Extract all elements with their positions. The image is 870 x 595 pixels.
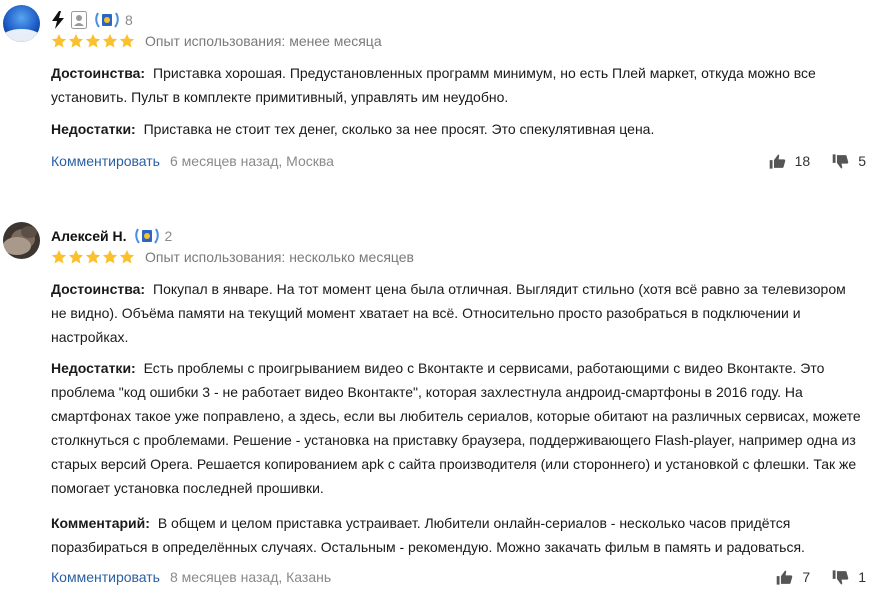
pros-text: Покупал в январе. На тот момент цена был…: [51, 281, 846, 345]
dislike-button[interactable]: 5: [832, 153, 866, 170]
star-icon: [119, 250, 135, 264]
star-rating: [51, 249, 135, 265]
dislike-count: 1: [858, 569, 866, 585]
pros-label: Достоинства:: [51, 65, 146, 81]
pros-block: Достоинства: Покупал в январе. На тот мо…: [51, 277, 861, 349]
achievements-count: 2: [164, 228, 173, 244]
star-icon: [51, 250, 67, 264]
star-icon: [68, 250, 84, 264]
like-button[interactable]: 18: [769, 153, 811, 170]
review-date-city: 6 месяцев назад, Москва: [169, 153, 334, 169]
comment-button[interactable]: Комментировать: [51, 153, 160, 169]
thumbs-up-icon: [769, 153, 785, 169]
cons-label: Недостатки:: [51, 360, 136, 376]
achievement-laurel-icon[interactable]: [133, 226, 161, 246]
lightning-icon[interactable]: [51, 11, 65, 29]
cons-block: Недостатки: Приставка не стоит тех денег…: [51, 117, 861, 141]
comment-label: Комментарий:: [51, 515, 150, 531]
star-icon: [85, 34, 101, 48]
votes: 18 5: [769, 153, 866, 170]
pros-text: Приставка хорошая. Предустановленных про…: [51, 65, 816, 105]
pros-block: Достоинства: Приставка хорошая. Предуста…: [51, 61, 861, 109]
comment-button[interactable]: Комментировать: [51, 569, 160, 585]
review-footer: Комментировать 8 месяцев назад, Казань 7…: [51, 566, 866, 588]
star-icon: [102, 34, 118, 48]
usage-experience: Опыт использования: менее месяца: [145, 33, 382, 49]
dislike-button[interactable]: 1: [832, 569, 866, 586]
rating-row: Опыт использования: несколько месяцев: [51, 247, 414, 267]
comment-text: В общем и целом приставка устраивает. Лю…: [51, 515, 805, 555]
thumbs-down-icon: [832, 153, 849, 169]
author-name[interactable]: Алексей Н.: [51, 228, 127, 244]
review-header: Алексей Н. 2: [51, 226, 172, 246]
star-icon: [68, 34, 84, 48]
review-date-city: 8 месяцев назад, Казань: [169, 569, 332, 585]
profile-badge-icon[interactable]: [71, 11, 87, 29]
achievements-count: 8: [125, 12, 133, 28]
star-icon: [51, 34, 67, 48]
star-icon: [119, 34, 135, 48]
usage-experience: Опыт использования: несколько месяцев: [145, 249, 414, 265]
cons-text: Приставка не стоит тех денег, сколько за…: [143, 121, 655, 137]
thumbs-up-icon: [777, 569, 793, 585]
like-count: 18: [794, 153, 811, 169]
star-icon: [85, 250, 101, 264]
star-icon: [102, 250, 118, 264]
votes: 7 1: [776, 569, 866, 586]
comment-block: Комментарий: В общем и целом приставка у…: [51, 511, 861, 559]
dislike-count: 5: [858, 153, 866, 169]
rating-row: Опыт использования: менее месяца: [51, 31, 382, 51]
cons-block: Недостатки: Есть проблемы с проигрывание…: [51, 356, 861, 500]
avatar[interactable]: [3, 222, 40, 259]
star-rating: [51, 33, 135, 49]
cons-text: Есть проблемы с проигрыванием видео с Вк…: [51, 360, 861, 496]
like-count: 7: [802, 569, 811, 585]
thumbs-down-icon: [832, 569, 849, 585]
review-footer: Комментировать 6 месяцев назад, Москва 1…: [51, 150, 866, 172]
achievement-laurel-icon[interactable]: [93, 10, 121, 30]
like-button[interactable]: 7: [776, 569, 810, 586]
avatar[interactable]: [3, 5, 40, 42]
cons-label: Недостатки:: [51, 121, 136, 137]
pros-label: Достоинства:: [51, 281, 146, 297]
review-header: 8: [51, 10, 133, 30]
